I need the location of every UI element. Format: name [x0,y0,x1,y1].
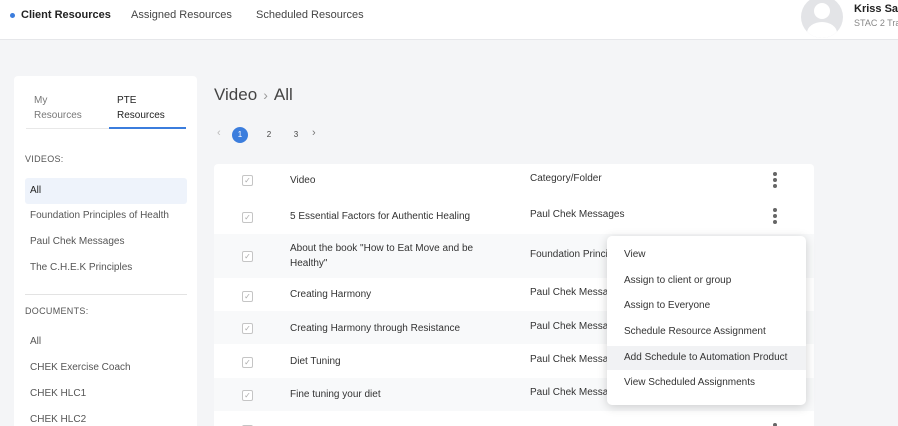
page-1-button[interactable]: 1 [232,127,248,143]
menu-item-assign-everyone[interactable]: Assign to Everyone [607,294,806,318]
menu-item-view-scheduled[interactable]: View Scheduled Assignments [607,371,806,395]
breadcrumb-current: All [273,85,293,104]
table-header-row: ✓ Video Category/Folder [214,164,814,198]
sidebar-item-documents-all[interactable]: All [25,329,187,355]
menu-item-assign-client-group[interactable]: Assign to client or group [607,269,806,293]
tab-scheduled-resources[interactable]: Scheduled Resources [256,9,364,21]
sidebar-item-chek-exercise-coach[interactable]: CHEK Exercise Coach [25,355,187,381]
prev-page-icon[interactable]: ‹ [217,127,221,139]
sidebar-item-videos-all[interactable]: All [25,178,187,204]
next-page-icon[interactable]: › [312,127,316,139]
page-2-button[interactable]: 2 [261,127,277,143]
sidebar-divider [25,294,187,295]
video-title[interactable]: Creating Harmony [290,287,500,302]
breadcrumb: Video › All [214,85,293,105]
video-title[interactable]: About the book "How to Eat Move and be H… [290,241,490,271]
active-tab-indicator-icon [10,13,15,18]
video-category: Paul Chek Messa [530,287,609,298]
header-more-options-icon[interactable] [772,172,778,192]
video-title[interactable]: 5 Essential Factors for Authentic Healin… [290,209,500,224]
user-icon [814,3,830,19]
menu-item-schedule-assignment[interactable]: Schedule Resource Assignment [607,320,806,344]
menu-item-add-schedule-automation[interactable]: Add Schedule to Automation Product [607,346,806,370]
row-checkbox[interactable]: ✓ [242,357,253,368]
sidebar-item-chek-hlc2[interactable]: CHEK HLC2 [25,407,187,426]
page-3-button[interactable]: 3 [288,127,304,143]
table-row[interactable]: ✓ 5 Essential Factors for Authentic Heal… [214,200,814,234]
user-name[interactable]: Kriss San [854,3,898,15]
sidebar-item-foundation-principles[interactable]: Foundation Principles of Health [25,203,187,229]
user-subtitle: STAC 2 Tra [854,18,898,28]
tab-my-resources[interactable]: My Resources [34,93,82,123]
sidebar-item-chek-hlc1[interactable]: CHEK HLC1 [25,381,187,407]
documents-heading: DOCUMENTS: [25,306,89,316]
avatar[interactable] [801,0,843,38]
breadcrumb-root[interactable]: Video [214,85,257,104]
row-checkbox[interactable]: ✓ [242,251,253,262]
video-category: Paul Chek Messa [530,354,609,365]
row-actions-menu: View Assign to client or group Assign to… [607,236,806,405]
row-checkbox[interactable]: ✓ [242,323,253,334]
select-all-checkbox[interactable]: ✓ [242,175,253,186]
breadcrumb-separator-icon: › [263,87,268,103]
video-category: Paul Chek Messages [530,209,625,220]
video-category: Paul Chek Messa [530,387,609,398]
video-title[interactable]: Creating Harmony through Resistance [290,321,500,336]
row-checkbox[interactable]: ✓ [242,212,253,223]
menu-item-view[interactable]: View [607,243,806,267]
video-title[interactable]: Fine tuning your diet [290,387,500,402]
sidebar-item-paul-chek-messages[interactable]: Paul Chek Messages [25,229,187,255]
active-tab-underline [109,127,186,129]
resource-sidebar: My Resources PTE Resources VIDEOS: All F… [14,76,197,426]
tab-pte-resources[interactable]: PTE Resources [117,93,165,123]
column-header-video[interactable]: Video [290,173,500,188]
row-checkbox[interactable]: ✓ [242,291,253,302]
sidebar-item-chek-principles[interactable]: The C.H.E.K Principles [25,255,187,281]
tab-assigned-resources[interactable]: Assigned Resources [131,9,232,21]
tab-client-resources[interactable]: Client Resources [21,9,111,21]
top-navigation: Client Resources Assigned Resources Sche… [0,0,898,40]
video-category: Paul Chek Messa [530,321,609,332]
row-more-options-icon[interactable] [772,208,778,228]
column-header-category[interactable]: Category/Folder [530,173,650,184]
videos-heading: VIDEOS: [25,154,64,164]
video-category: Foundation Princi [530,249,608,260]
row-checkbox[interactable]: ✓ [242,390,253,401]
table-row[interactable]: ✓ [214,411,814,426]
video-title[interactable]: Diet Tuning [290,354,500,369]
